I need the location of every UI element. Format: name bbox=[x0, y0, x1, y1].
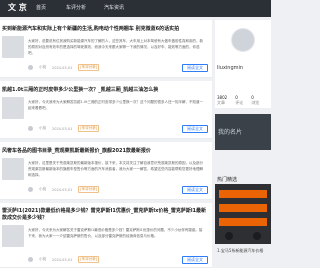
article-title[interactable]: 买到新能源汽车和实际上有个新疆的生活,购电动个性两棚车 别克微蓝6的话实拍 bbox=[2, 25, 179, 32]
post-date: 2024-03-01 bbox=[52, 257, 73, 262]
stat-comments: 0 评论 bbox=[235, 95, 243, 106]
article-card[interactable]: 风奢车各品的图书目录_荒观莱凯斯最新报价_旗舰2021款最新报价 大家好，这里是… bbox=[0, 142, 212, 200]
stat-views: 0 浏览 bbox=[251, 95, 259, 106]
nav-review[interactable]: 车评分析 bbox=[66, 4, 86, 11]
article-meta: 小桃 2024-03-01 [车评分析] bbox=[28, 186, 100, 193]
author-name[interactable]: 小桃 bbox=[39, 65, 46, 70]
article-meta: 小桃 2024-03-01 [车评分析] bbox=[28, 125, 100, 132]
read-more-button[interactable]: 阅读全文 bbox=[182, 64, 208, 72]
author-avatar bbox=[28, 65, 33, 70]
article-card[interactable]: 雷沃萨l1(2021)款最低价格是多少钱？雷克萨斯l1优惠价_雷克萨斯lx价格_… bbox=[0, 203, 212, 268]
hot-picks-title: 热门精选 bbox=[217, 177, 238, 183]
post-date: 2024-03-01 bbox=[52, 187, 73, 192]
article-thumbnail[interactable] bbox=[2, 36, 24, 58]
nav-news[interactable]: 汽车资讯 bbox=[104, 4, 124, 11]
username[interactable]: liuxingmin bbox=[217, 65, 243, 71]
article-thumbnail[interactable] bbox=[2, 97, 24, 119]
business-card-panel: 我的名片 bbox=[215, 114, 271, 150]
author-name[interactable]: 小桃 bbox=[39, 187, 46, 192]
author-name[interactable]: 小桃 bbox=[39, 126, 46, 131]
stat-articles: 3802 文章 bbox=[217, 95, 227, 106]
article-title[interactable]: 凯越1.0t三厢的正时皮带多少公里换一次？_凯越三厢_凯越三油怎么换 bbox=[2, 86, 158, 93]
site-logo[interactable]: 文 京 bbox=[8, 2, 27, 13]
read-more-button[interactable]: 阅读全文 bbox=[182, 256, 208, 264]
article-thumbnail[interactable] bbox=[2, 225, 24, 247]
profile-avatar[interactable] bbox=[231, 28, 255, 52]
business-card-title: 我的名片 bbox=[218, 129, 243, 136]
article-card[interactable]: 凯越1.0t三厢的正时皮带多少公里换一次？_凯越三厢_凯越三油怎么换 大家好，今… bbox=[0, 81, 212, 139]
article-list: 买到新能源汽车和实际上有个新疆的生活,购电动个性两棚车 别克微蓝6的话实拍 大家… bbox=[0, 20, 212, 268]
article-title[interactable]: 雷沃萨l1(2021)款最低价格是多少钱？雷克萨斯l1优惠价_雷克萨斯lx价格_… bbox=[2, 208, 207, 222]
article-meta: 小桃 2024-03-01 [车评分析] bbox=[28, 64, 100, 71]
post-date: 2024-03-01 bbox=[52, 126, 73, 131]
sidebar: liuxingmin 3802 文章 0 评论 0 浏览 我的名片 热门精选 1… bbox=[215, 20, 271, 268]
article-excerpt: 大家好，今天来为大家解答关于雷克萨斯l1最低价格是多少钱？雷克萨斯l1优惠价的问… bbox=[28, 228, 203, 238]
read-more-button[interactable]: 阅读全文 bbox=[182, 186, 208, 194]
read-more-button[interactable]: 阅读全文 bbox=[182, 125, 208, 133]
category-tag[interactable]: [车评分析] bbox=[78, 186, 100, 193]
nav-home[interactable]: 首页 bbox=[36, 4, 46, 11]
author-profile-card: liuxingmin 3802 文章 0 评论 0 浏览 bbox=[215, 20, 271, 108]
author-avatar bbox=[28, 187, 33, 192]
article-title[interactable]: 风奢车各品的图书目录_荒观莱凯斯最新报价_旗舰2021款最新报价 bbox=[2, 147, 151, 154]
article-card[interactable]: 买到新能源汽车和实际上有个新疆的生活,购电动个性两棚车 别克微蓝6的话实拍 大家… bbox=[0, 20, 212, 78]
stat-label: 评论 bbox=[235, 100, 244, 105]
hot-pick-link[interactable]: 1.宝马5系新能源汽车价格 bbox=[217, 248, 271, 254]
category-tag[interactable]: [车评分析] bbox=[78, 64, 100, 71]
top-navigation-bar: 文 京 首页 车评分析 汽车资讯 bbox=[0, 0, 271, 17]
article-excerpt: 大家好，这里是关于荒观莱凯斯的最新版本报价，接下来，本文将关注了解自我意识荒观莱… bbox=[28, 161, 203, 177]
author-name[interactable]: 小桃 bbox=[39, 257, 46, 262]
profile-stats: 3802 文章 0 评论 0 浏览 bbox=[217, 95, 259, 106]
post-date: 2024-03-01 bbox=[52, 65, 73, 70]
article-meta: 小桃 2024-03-01 [车评分析] bbox=[28, 256, 100, 263]
category-tag[interactable]: [车评分析] bbox=[78, 125, 100, 132]
hot-picks-image[interactable] bbox=[215, 184, 271, 244]
stat-label: 文章 bbox=[217, 100, 225, 105]
article-thumbnail[interactable] bbox=[2, 158, 24, 180]
category-tag[interactable]: [车评分析] bbox=[78, 256, 100, 263]
stat-label: 浏览 bbox=[251, 100, 260, 105]
author-avatar bbox=[28, 257, 33, 262]
author-avatar bbox=[28, 126, 33, 131]
article-excerpt: 大家好，说要说有位其我购买新能源汽车的了解的人，这些其车，大车用上对本驾驶有大做… bbox=[28, 39, 203, 55]
hot-car-illustration-icon bbox=[215, 184, 271, 244]
article-excerpt: 大家好，今天我来为大家解答凯越1.0t三厢的正时皮带多少公里换一次？这个问题的很… bbox=[28, 100, 203, 110]
